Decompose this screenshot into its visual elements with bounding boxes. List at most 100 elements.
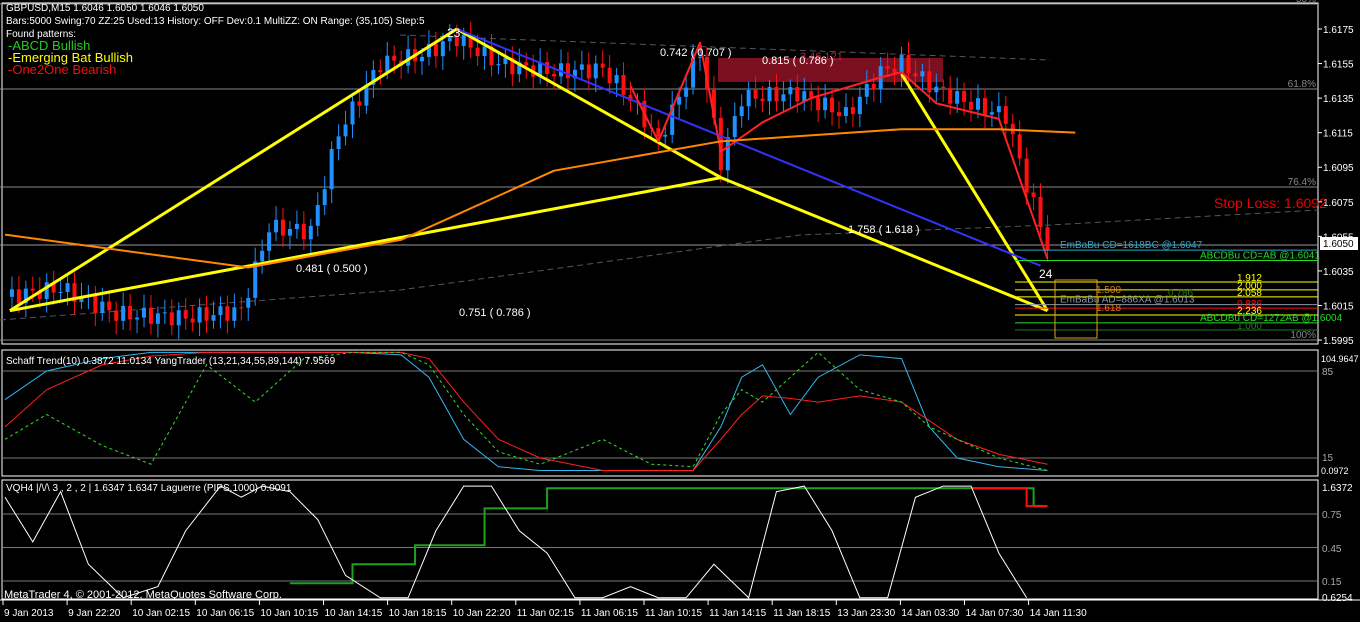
schaff-axis-max: 104.9647 <box>1321 354 1359 364</box>
candle-body <box>600 63 605 68</box>
price-tick-label-5: 1.6075 <box>1323 198 1354 209</box>
candle-body <box>1017 134 1022 159</box>
candle-body <box>343 124 348 137</box>
schaff-panel-frame <box>1 349 1319 477</box>
vq-title: VQH4 |/\/\ 3 , 2 , 2 | 1.6347 1.6347 Lag… <box>6 483 292 494</box>
candle-body <box>1024 158 1029 193</box>
schaff-green-line <box>4 351 1048 471</box>
level-label-0: EmBaBu CD=1618BC @1.6047 <box>1060 240 1203 251</box>
candle-body <box>524 62 529 66</box>
ratio-label-1: 0.815 ( 0.786 ) <box>762 55 834 67</box>
candle-body <box>989 112 994 115</box>
candle-body <box>586 64 591 79</box>
candle-body <box>969 101 974 110</box>
candle-body <box>183 310 188 319</box>
chart-canvas[interactable]: 50%61.8%76.4%100%3.46 121EmBaBu CD=1618B… <box>0 0 1360 622</box>
candle-body <box>30 288 35 291</box>
fib-label-2: 76.4% <box>1288 177 1316 188</box>
candle-body <box>65 283 70 292</box>
time-label-3: 10 Jan 06:15 <box>196 608 255 619</box>
candle-body <box>677 96 682 105</box>
candle-body <box>287 228 292 236</box>
candle-body <box>329 149 334 190</box>
candle-body <box>781 94 786 102</box>
candle-body <box>579 64 584 70</box>
candle-body <box>232 307 237 321</box>
box-label-2: 0.786 <box>1168 288 1193 299</box>
candle-body <box>996 106 1001 113</box>
candle-body <box>114 310 119 321</box>
ratio-label-4: 0.751 ( 0.786 ) <box>459 307 531 319</box>
candle-body <box>315 205 320 226</box>
candle-body <box>392 55 397 61</box>
time-label-9: 11 Jan 06:15 <box>580 608 638 619</box>
candle-body <box>420 56 424 62</box>
candle-body <box>246 297 251 308</box>
candle-body <box>440 41 445 57</box>
candle-body <box>552 73 557 77</box>
price-tick-label-0: 1.6175 <box>1323 25 1354 36</box>
candle-body <box>934 86 939 93</box>
candle-body <box>927 71 932 93</box>
candle-body <box>44 282 49 300</box>
price-tick-label-4: 1.6095 <box>1323 163 1354 174</box>
time-label-5: 10 Jan 14:15 <box>324 608 383 619</box>
candle-body <box>823 97 828 111</box>
candle-body <box>155 313 160 324</box>
candle-body <box>920 71 925 77</box>
candle-body <box>162 312 167 314</box>
candle-body <box>308 225 313 240</box>
candle-body <box>128 305 133 320</box>
schaff-axis-min: 0.0972 <box>1321 466 1349 476</box>
candle-body <box>607 67 612 84</box>
time-label-7: 10 Jan 22:20 <box>452 608 511 619</box>
orange-ma-line <box>4 128 1076 269</box>
candle-body <box>148 307 153 324</box>
schaff-axis-85: 85 <box>1322 367 1334 378</box>
candle-body <box>621 75 626 95</box>
candle-body <box>135 317 140 320</box>
candle-body <box>1045 227 1050 250</box>
candle-body <box>197 307 202 323</box>
candle-body <box>204 307 209 321</box>
candle-body <box>663 134 668 137</box>
candle-body <box>906 55 911 74</box>
candle-body <box>336 136 341 150</box>
vq-axis-max: 1.6372 <box>1322 483 1353 494</box>
level-label-8: ABCDBu CD=1272AB @1.6004 <box>1200 313 1343 324</box>
time-label-13: 13 Jan 23:30 <box>837 608 896 619</box>
candle-body <box>121 305 126 321</box>
candle-body <box>746 89 751 107</box>
time-label-15: 14 Jan 07:30 <box>965 608 1024 619</box>
candle-body <box>461 34 466 46</box>
time-label-4: 10 Jan 10:15 <box>260 608 319 619</box>
candle-body <box>955 91 960 104</box>
candle-body <box>843 107 848 117</box>
price-tick-label-8: 1.6015 <box>1323 301 1354 312</box>
ratio-label-0: 0.742 ( 0.707 ) <box>660 47 732 59</box>
schaff-title: Schaff Trend(10) 0.3872 11.0134 YangTrad… <box>6 356 336 367</box>
yellow-cd-line <box>720 176 1049 313</box>
candle-body <box>475 47 480 57</box>
time-label-0: 9 Jan 2013 <box>4 608 54 619</box>
time-label-1: 9 Jan 22:20 <box>68 608 121 619</box>
candle-body <box>725 137 730 171</box>
vq-axis-075: 0.75 <box>1322 510 1342 521</box>
candle-body <box>753 89 758 99</box>
ratio-label-2: 1.758 ( 1.618 ) <box>848 224 920 236</box>
time-label-11: 11 Jan 14:15 <box>709 608 767 619</box>
time-label-14: 14 Jan 03:30 <box>901 608 960 619</box>
price-tick-label-2: 1.6135 <box>1323 94 1354 105</box>
price-tick-label-1: 1.6155 <box>1323 60 1354 71</box>
fib-label-0: 50% <box>1296 0 1316 5</box>
fib-label-3: 100% <box>1290 330 1316 341</box>
schaff-red-line <box>4 351 1048 471</box>
level-label-4: 2.058 <box>1237 288 1262 299</box>
box-label-1: 1.618 <box>1096 303 1121 314</box>
candle-body <box>169 312 174 326</box>
candle-body <box>962 91 967 102</box>
level-label-1: ABCDBu CD=AB @1.6041 <box>1200 251 1320 262</box>
candle-body <box>294 223 299 229</box>
candle-body <box>614 75 619 84</box>
candle-body <box>496 64 501 66</box>
